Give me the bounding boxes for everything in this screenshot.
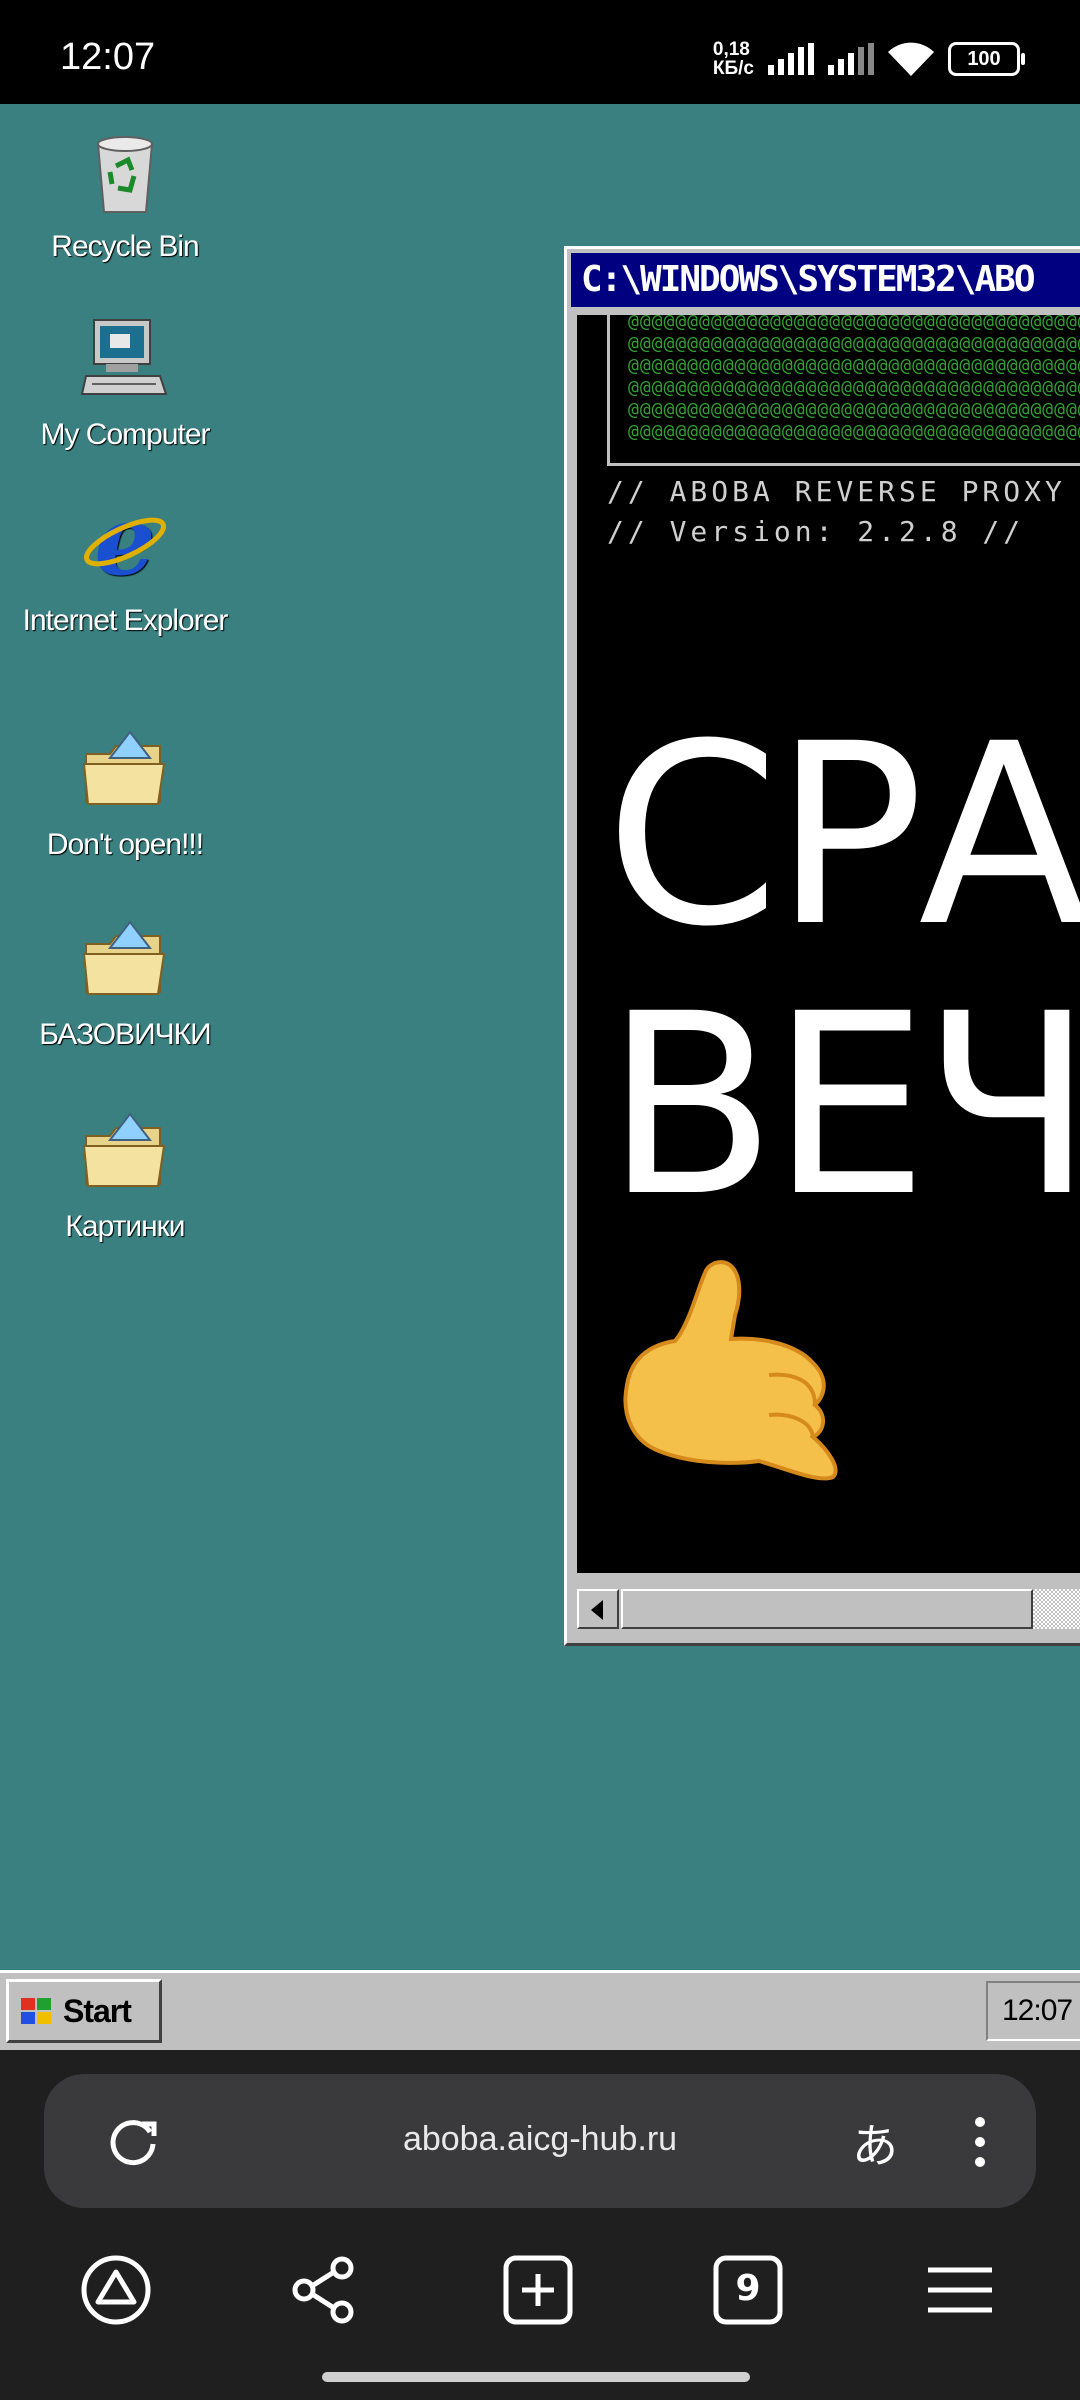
network-speed-value: 0,18 — [712, 39, 750, 60]
desktop-icon-label: БАЗОВИЧКИ — [39, 1018, 211, 1051]
scroll-thumb[interactable] — [621, 1589, 1033, 1629]
ascii-art-line: @@@@@@@@@@@@@@@@@@@@@@@@@@@@@@@@@@@@@@@@… — [628, 315, 1080, 332]
status-indicators: 0,18 КБ/с 100 — [713, 40, 1025, 78]
folder-icon — [82, 1112, 166, 1187]
windows-logo-icon — [21, 1998, 51, 2024]
tab-count: 9 — [735, 2268, 761, 2309]
tabs-counter-button[interactable]: 9 — [708, 2250, 788, 2330]
translate-icon[interactable]: あ — [852, 2110, 898, 2176]
start-button[interactable]: Start — [6, 1979, 162, 2043]
browser-toolbar: aboba.aicg-hub.ru あ 9 — [0, 2050, 1080, 2400]
signal-icon-2 — [828, 43, 874, 75]
console-output: @@@@@@@@@@@@@@@@@@@@@@@@@@@@@@@@@@@@@@@@… — [577, 315, 1080, 1573]
status-time: 12:07 — [60, 36, 156, 78]
desktop-icon-label: Картинки — [65, 1210, 185, 1243]
console-title-bar[interactable]: C:\WINDOWS\SYSTEM32\ABO — [571, 253, 1080, 307]
taskbar: Start 12:07 — [0, 1970, 1080, 2050]
desktop-icon-my-computer[interactable]: My Computer — [10, 314, 240, 452]
horizontal-scrollbar[interactable] — [577, 1587, 1080, 1633]
start-label: Start — [63, 1993, 132, 2029]
desktop-icon-kartinki[interactable]: Картинки — [10, 1106, 240, 1244]
console-window[interactable]: C:\WINDOWS\SYSTEM32\ABO @@@@@@@@@@@@@@@@… — [564, 246, 1080, 1646]
network-speed-unit: КБ/с — [712, 58, 754, 79]
signal-icon — [768, 43, 814, 75]
desktop-icon-recycle-bin[interactable]: Recycle Bin — [10, 126, 240, 264]
ascii-art-line: @@@@@@@@@@@@@@@@@@@@@@@@@@@@@@@@@@@@@@@@… — [628, 355, 1080, 376]
desktop: Recycle Bin My Computer e Internet Explo… — [0, 104, 1080, 1970]
ascii-art-line: @@@@@@@@@@@@@@@@@@@@@@@@@@@@@@@@@@@@@@@@… — [628, 333, 1080, 354]
big-text-line-1: СРАТ — [605, 690, 1080, 981]
status-bar: 12:07 0,18 КБ/с 100 — [0, 0, 1080, 104]
new-tab-icon[interactable] — [498, 2250, 578, 2330]
big-text-line-2: ВЕЧН — [605, 960, 1080, 1251]
internet-explorer-icon: e — [83, 484, 167, 597]
version-line: // Version: 2.2.8 // — [607, 515, 1025, 548]
alice-assistant-icon[interactable] — [76, 2250, 156, 2330]
desktop-icon-label: Internet Explorer — [22, 604, 229, 637]
desktop-icon-label: My Computer — [40, 418, 210, 451]
ascii-art-line: @@@@@@@@@@@@@@@@@@@@@@@@@@@@@@@@@@@@@@@@… — [628, 399, 1080, 420]
desktop-icon-internet-explorer[interactable]: e Internet Explorer — [10, 484, 240, 638]
call-me-hand-icon — [623, 1260, 838, 1481]
address-bar[interactable]: aboba.aicg-hub.ru あ — [44, 2074, 1036, 2208]
desktop-icon-bazovichki[interactable]: БАЗОВИЧКИ — [10, 914, 240, 1052]
battery-indicator: 100 — [948, 42, 1025, 76]
more-options-icon[interactable] — [970, 2114, 990, 2170]
ascii-art-box: @@@@@@@@@@@@@@@@@@@@@@@@@@@@@@@@@@@@@@@@… — [607, 315, 1080, 466]
home-indicator[interactable] — [322, 2372, 750, 2382]
menu-icon[interactable] — [920, 2250, 1000, 2330]
scroll-left-button[interactable] — [577, 1589, 619, 1629]
folder-icon — [82, 920, 166, 995]
scroll-track[interactable] — [1033, 1589, 1080, 1629]
folder-icon — [82, 730, 166, 805]
share-icon[interactable] — [286, 2250, 366, 2330]
computer-icon — [80, 319, 168, 395]
network-speed: 0,18 КБ/с — [713, 40, 754, 78]
recycle-bin-icon — [96, 136, 154, 213]
ascii-art-line: @@@@@@@@@@@@@@@@@@@@@@@@@@@@@@@@@@@@@@@@… — [628, 421, 1080, 442]
wifi-icon — [888, 42, 934, 76]
desktop-icon-label: Don't open!!! — [46, 828, 204, 861]
ascii-art-line: @@@@@@@@@@@@@@@@@@@@@@@@@@@@@@@@@@@@@@@@… — [628, 377, 1080, 398]
taskbar-clock: 12:07 — [986, 1981, 1080, 2041]
desktop-icon-dont-open[interactable]: Don't open!!! — [10, 724, 240, 862]
desktop-icon-label: Recycle Bin — [51, 230, 199, 263]
proxy-title-line: // ABOBA REVERSE PROXY / — [607, 475, 1080, 508]
